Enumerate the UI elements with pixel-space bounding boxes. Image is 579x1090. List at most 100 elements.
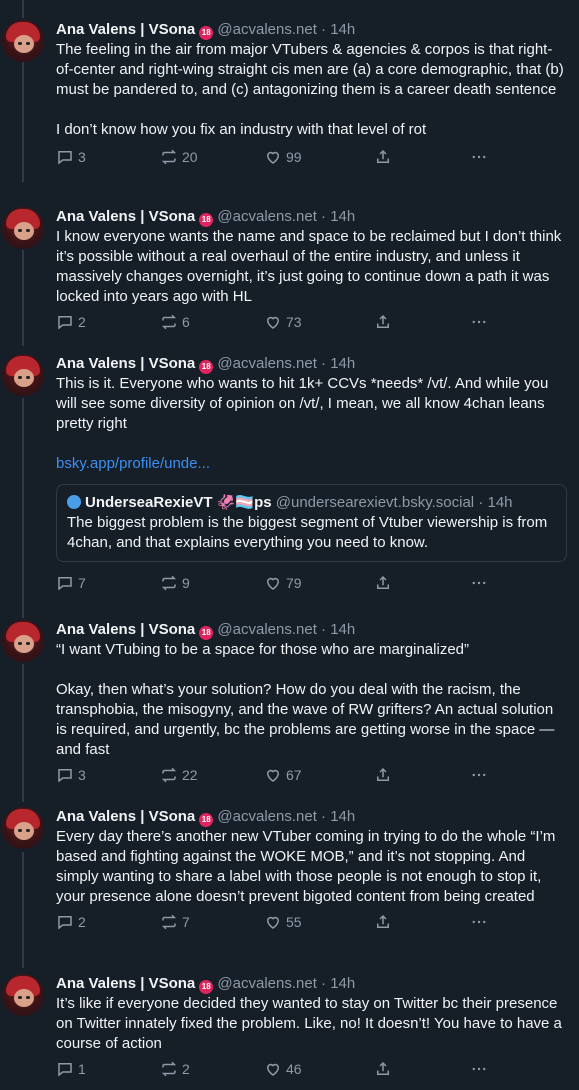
repost-count: 22 (182, 767, 198, 783)
like-count: 73 (286, 314, 302, 330)
thread-line (22, 398, 24, 618)
thread-line (22, 0, 24, 18)
reply-icon (58, 577, 72, 591)
author-handle[interactable]: @acvalens.net (217, 621, 316, 638)
like-button[interactable]: 99 (264, 148, 302, 166)
reply-button[interactable]: 2 (56, 313, 86, 331)
more-button[interactable] (470, 574, 488, 592)
like-button[interactable]: 73 (264, 313, 302, 331)
timestamp[interactable]: 14h (330, 21, 355, 38)
avatar[interactable] (2, 974, 44, 1016)
share-icon (377, 767, 389, 781)
reply-button[interactable]: 2 (56, 913, 86, 931)
timestamp[interactable]: 14h (330, 208, 355, 225)
quoted-avatar (67, 495, 81, 509)
author-name[interactable]: Ana Valens | VSona (56, 208, 195, 225)
repost-button[interactable]: 7 (160, 913, 190, 931)
separator: · (478, 494, 484, 511)
like-button[interactable]: 67 (264, 766, 302, 784)
repost-button[interactable]: 6 (160, 313, 190, 331)
post-header: Ana Valens | VSona 18 @acvalens.net · 14h (56, 807, 567, 827)
post-text: Every day there’s another new VTuber com… (56, 828, 560, 905)
external-link[interactable]: bsky.app/profile/unde... (56, 454, 567, 474)
author-name[interactable]: Ana Valens | VSona (56, 808, 195, 825)
age-badge: 18 (199, 813, 214, 827)
repost-button[interactable]: 22 (160, 766, 198, 784)
reply-button[interactable]: 7 (56, 574, 86, 592)
separator: · (321, 21, 327, 38)
avatar[interactable] (2, 620, 44, 662)
reply-button[interactable]: 3 (56, 766, 86, 784)
like-button[interactable]: 79 (264, 574, 302, 592)
avatar[interactable] (2, 354, 44, 396)
quoted-author-handle[interactable]: @undersearexievt.bsky.social (276, 494, 474, 511)
like-icon (266, 316, 280, 329)
share-button[interactable] (374, 913, 392, 931)
reply-button[interactable]: 1 (56, 1060, 86, 1078)
post-actions: 1 2 46 (56, 1060, 567, 1080)
repost-icon (161, 314, 177, 330)
timestamp[interactable]: 14h (330, 621, 355, 638)
like-button[interactable]: 46 (264, 1060, 302, 1078)
repost-button[interactable]: 9 (160, 574, 190, 592)
author-name[interactable]: Ana Valens | VSona (56, 355, 195, 372)
share-button[interactable] (374, 313, 392, 331)
reply-count: 1 (78, 1061, 86, 1077)
post-header: Ana Valens | VSona 18 @acvalens.net · 14h (56, 207, 567, 227)
reply-button[interactable]: 3 (56, 148, 86, 166)
quoted-post-header: UnderseaRexieVT 🦑🏳️‍⚧️ps @undersearexiev… (67, 493, 556, 513)
share-icon (377, 1061, 389, 1075)
avatar[interactable] (2, 20, 44, 62)
post-actions: 2 7 55 (56, 913, 567, 933)
author-handle[interactable]: @acvalens.net (217, 208, 316, 225)
post-header: Ana Valens | VSona 18 @acvalens.net · 14h (56, 20, 567, 40)
like-icon (266, 577, 280, 590)
age-badge: 18 (199, 626, 214, 640)
author-handle[interactable]: @acvalens.net (217, 21, 316, 38)
separator: · (321, 808, 327, 825)
repost-icon (161, 1061, 177, 1077)
share-button[interactable] (374, 1060, 392, 1078)
author-name[interactable]: Ana Valens | VSona (56, 975, 195, 992)
more-button[interactable] (470, 313, 488, 331)
timestamp[interactable]: 14h (330, 975, 355, 992)
thread-line (22, 852, 24, 968)
share-icon (377, 149, 389, 163)
more-button[interactable] (470, 148, 488, 166)
more-icon (472, 773, 486, 777)
quoted-timestamp: 14h (487, 494, 513, 511)
author-name[interactable]: Ana Valens | VSona (56, 621, 195, 638)
timestamp[interactable]: 14h (330, 808, 355, 825)
like-count: 46 (286, 1061, 302, 1077)
avatar[interactable] (2, 807, 44, 849)
share-button[interactable] (374, 574, 392, 592)
repost-icon (161, 767, 177, 783)
author-name[interactable]: Ana Valens | VSona (56, 21, 195, 38)
more-button[interactable] (470, 1060, 488, 1078)
author-handle[interactable]: @acvalens.net (217, 975, 316, 992)
more-button[interactable] (470, 913, 488, 931)
quoted-post[interactable]: UnderseaRexieVT 🦑🏳️‍⚧️ps @undersearexiev… (56, 484, 567, 562)
avatar[interactable] (2, 207, 44, 249)
more-icon (472, 581, 486, 585)
more-icon (472, 920, 486, 924)
age-badge: 18 (199, 26, 214, 40)
post-text: It’s like if everyone decided they wante… (56, 995, 567, 1052)
share-button[interactable] (374, 766, 392, 784)
more-button[interactable] (470, 766, 488, 784)
quoted-author-name[interactable]: UnderseaRexieVT 🦑🏳️‍⚧️ps (85, 494, 272, 511)
author-handle[interactable]: @acvalens.net (217, 355, 316, 372)
repost-button[interactable]: 20 (160, 148, 198, 166)
post-text: “I want VTubing to be a space for those … (56, 641, 555, 758)
like-count: 99 (286, 149, 302, 165)
author-handle[interactable]: @acvalens.net (217, 808, 316, 825)
reply-icon (58, 316, 72, 330)
like-button[interactable]: 55 (264, 913, 302, 931)
repost-button[interactable]: 2 (160, 1060, 190, 1078)
separator: · (321, 355, 327, 372)
timestamp[interactable]: 14h (330, 355, 355, 372)
like-icon (266, 769, 280, 782)
reply-icon (58, 769, 72, 783)
share-button[interactable] (374, 148, 392, 166)
repost-count: 7 (182, 914, 190, 930)
